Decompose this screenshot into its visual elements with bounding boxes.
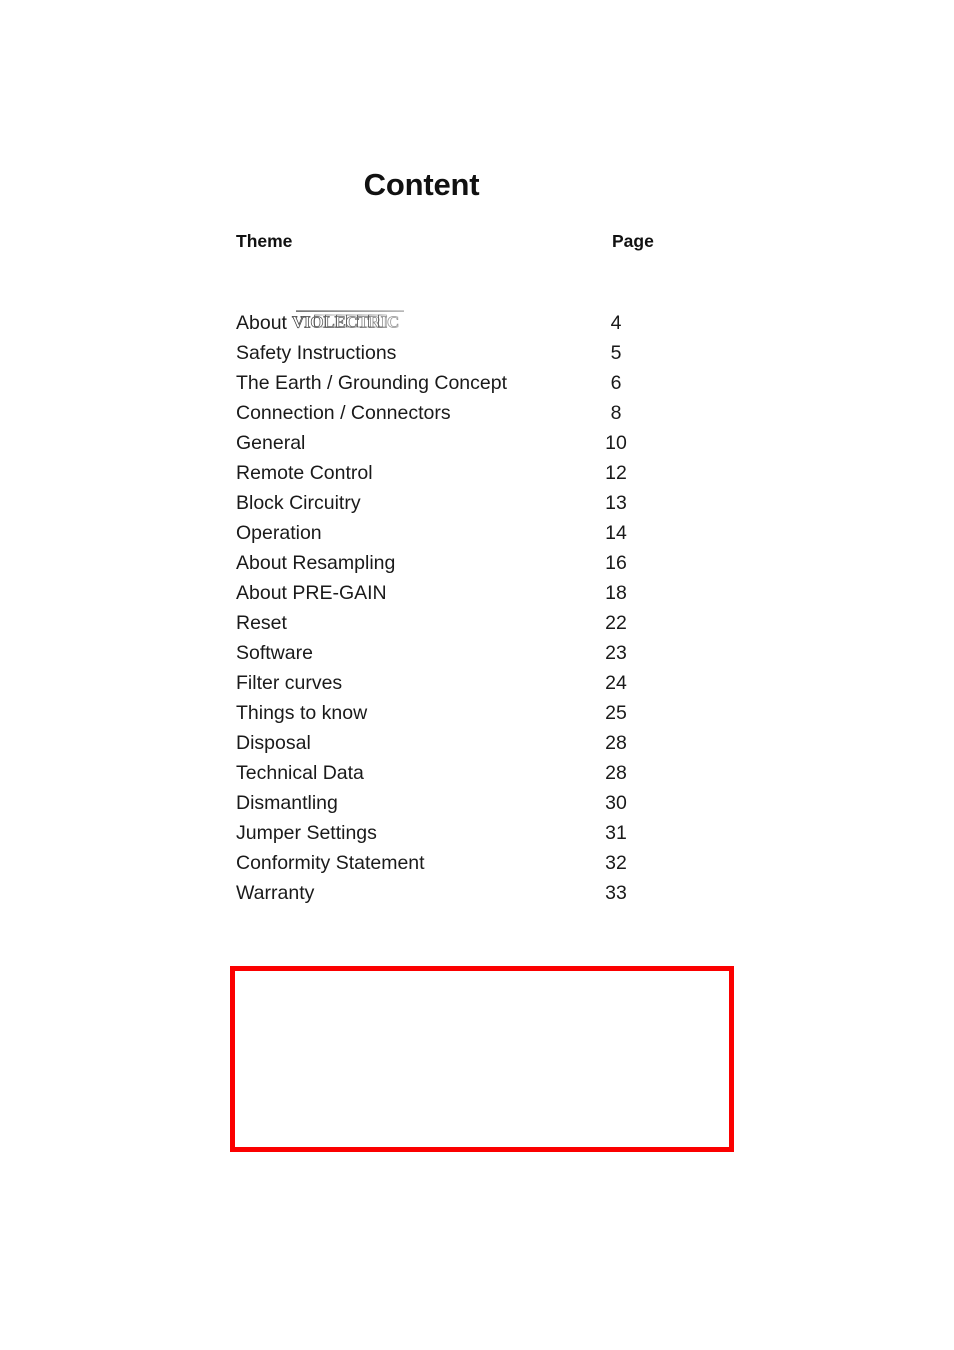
toc-entry-theme: Disposal — [236, 732, 311, 754]
toc-entry-page-number: 25 — [605, 702, 627, 724]
toc-entry-page-number: 28 — [605, 762, 627, 784]
toc-entry-page-number: 22 — [605, 612, 627, 634]
toc-entry[interactable]: About PRE-GAIN 18 — [236, 578, 672, 608]
toc-entry[interactable]: Warranty 33 — [236, 878, 672, 908]
toc-entry-theme: Block Circuitry — [236, 492, 361, 514]
toc-entry-theme: Things to know — [236, 702, 368, 724]
toc-entry-theme: Operation — [236, 522, 322, 544]
toc-entry-theme: About Resampling — [236, 552, 396, 574]
toc-entry[interactable]: Filter curves 24 — [236, 668, 672, 698]
toc-entry-page-number: 12 — [605, 462, 627, 484]
toc-entry[interactable]: Remote Control 12 — [236, 458, 672, 488]
toc-entry-page-number: 30 — [605, 792, 627, 814]
toc-entry-theme: About — [236, 312, 287, 334]
toc-entry[interactable]: Disposal 28 — [236, 728, 672, 758]
toc-entry-page-number: 14 — [605, 522, 627, 544]
toc-entry[interactable]: Jumper Settings 31 — [236, 818, 672, 848]
toc-entry[interactable]: Conformity Statement 32 — [236, 848, 672, 878]
toc-entry-page-number: 6 — [610, 372, 622, 394]
toc-entry-theme: Remote Control — [236, 462, 373, 484]
toc-entry[interactable]: Connection / Connectors 8 — [236, 398, 672, 428]
toc-entry-page-number: 4 — [610, 312, 622, 334]
toc-entry-page-number: 32 — [605, 852, 627, 874]
toc-entry[interactable]: The Earth / Grounding Concept 6 — [236, 368, 672, 398]
toc-entry-theme: Warranty — [236, 882, 315, 904]
toc-entry-page-number: 31 — [605, 822, 627, 844]
toc-entry-page-number: 24 — [605, 672, 627, 694]
toc-entry-theme: The Earth / Grounding Concept — [236, 372, 507, 394]
toc-entry-theme: Technical Data — [236, 762, 364, 784]
toc-entry[interactable]: Technical Data 28 — [236, 758, 672, 788]
toc-entry-page-number: 23 — [605, 642, 627, 664]
toc-entry-page-number: 5 — [610, 342, 622, 364]
toc-entry-theme: Conformity Statement — [236, 852, 425, 874]
toc-entry-theme: Jumper Settings — [236, 822, 377, 844]
toc-entry-page-number: 33 — [605, 882, 627, 904]
toc-entry-theme: Dismantling — [236, 792, 338, 814]
toc-entry[interactable]: Things to know 25 — [236, 698, 672, 728]
toc-entry-theme: Software — [236, 642, 313, 664]
toc-entry-page-number: 28 — [605, 732, 627, 754]
toc-entry[interactable]: Dismantling 30 — [236, 788, 672, 818]
toc-entry[interactable]: Block Circuitry 13 — [236, 488, 672, 518]
toc-entry-page-number: 13 — [605, 492, 627, 514]
toc-entry-page-number: 10 — [605, 432, 627, 454]
toc-entry-page-number: 8 — [610, 402, 622, 424]
toc-entry-theme: Reset — [236, 612, 287, 634]
page-title: Content — [363, 166, 480, 202]
toc-entry[interactable]: Software 23 — [236, 638, 672, 668]
toc-entry-theme: Filter curves — [236, 672, 343, 694]
toc-entry-theme: Connection / Connectors — [236, 402, 451, 424]
toc-entry[interactable]: General 10 — [236, 428, 672, 458]
column-header-page: Page — [612, 231, 654, 251]
toc-entry[interactable]: About VIOLECTRIC 4 — [236, 308, 672, 338]
toc-entry[interactable]: Reset 22 — [236, 608, 672, 638]
toc-entry[interactable]: Safety Instructions 5 — [236, 338, 672, 368]
red-annotation-rectangle — [230, 966, 734, 1152]
toc-entry-theme: About PRE-GAIN — [236, 582, 387, 604]
violectric-logo-icon: VIOLECTRIC — [291, 309, 405, 331]
toc-entry-page-number: 18 — [605, 582, 627, 604]
column-header-theme: Theme — [236, 231, 293, 251]
toc-entry-page-number: 16 — [605, 552, 627, 574]
toc-entry-theme: General — [236, 432, 306, 454]
toc-entry-list: About VIOLECTRIC 4 Safety Instructions 5 The … — [236, 308, 672, 908]
table-of-contents: Theme Page About VIOLECTRIC 4 Safety Instru… — [236, 231, 672, 908]
toc-column-headers: Theme Page — [236, 231, 672, 261]
toc-entry[interactable]: Operation 14 — [236, 518, 672, 548]
toc-entry[interactable]: About Resampling 16 — [236, 548, 672, 578]
toc-entry-theme: Safety Instructions — [236, 342, 397, 364]
